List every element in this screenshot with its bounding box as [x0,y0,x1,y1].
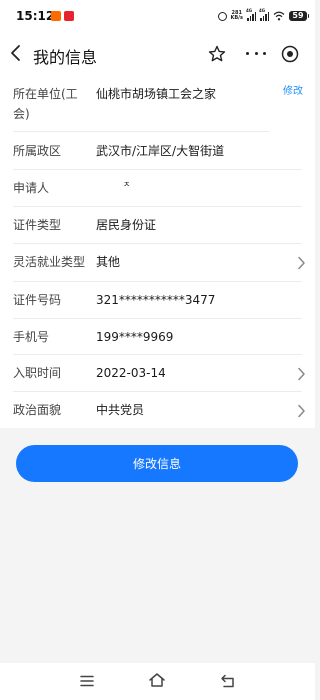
row-value: 2022-03-14 [96,366,166,380]
system-nav-bar [0,663,315,700]
star-icon[interactable] [208,45,226,63]
wifi-icon [273,11,285,21]
row-label: 入职时间 [13,366,62,380]
target-icon[interactable] [281,45,299,63]
nav-bar: 我的信息 [0,34,315,74]
battery-icon: 59 [289,11,309,21]
app-notification-icon [51,11,61,21]
chevron-right-icon[interactable] [297,367,306,381]
form-row-id-type: 证件类型 居民身份证 [0,207,315,244]
row-label: 灵活就业类型 [13,255,86,269]
alarm-icon [217,11,227,21]
row-label: 政治面貌 [13,403,62,417]
row-value: 321***********3477 [96,293,216,307]
signal-icon: 4G [259,8,269,21]
app-notification-icon [64,11,74,21]
row-value: 武汉市/江岸区/大智街道 [96,144,225,158]
home-icon[interactable] [148,672,166,688]
signal-icon: 4G [246,8,256,21]
back-icon[interactable] [220,674,236,688]
form-row-employment-type[interactable]: 灵活就业类型 其他 [0,244,315,282]
row-value: 仙桃市胡场镇工会之家 [96,87,217,101]
signal-type-label: 4G [259,8,266,13]
form-row-applicant: 申请人 ㅈ [0,170,315,207]
battery-level: 59 [292,11,304,20]
chevron-right-icon[interactable] [297,256,306,270]
status-time: 15:12 [16,9,55,23]
form-row-region: 所属政区 武汉市/江岸区/大智街道 [0,132,315,170]
signal-type-label: 4G [246,8,253,13]
row-value: 中共党员 [96,403,145,417]
network-speed-unit: KB/s [230,15,244,21]
form-row-phone: 手机号 199****9969 [0,319,315,355]
row-label: 手机号 [13,330,50,344]
row-label: 所在单位(工会) [13,87,78,121]
status-bar: 15:12 281 KB/s 4G 4G 59 [0,0,315,34]
row-value: 居民身份证 [96,218,157,232]
row-label: 申请人 [13,181,50,195]
edit-info-button[interactable]: 修改信息 [16,445,298,482]
row-label: 证件号码 [13,293,62,307]
status-indicators: 281 KB/s 4G 4G 59 [217,8,309,23]
info-form: 所在单位(工会) 仙桃市胡场镇工会之家 修改 所属政区 武汉市/江岸区/大智街道… [0,74,315,428]
row-value: 199****9969 [96,330,174,344]
form-row-id-number: 证件号码 321***********3477 [0,282,315,319]
form-row-hire-date[interactable]: 入职时间 2022-03-14 [0,355,315,392]
row-value: 其他 [96,255,121,269]
row-label: 所属政区 [13,144,62,158]
row-value: ㅈ [123,180,131,189]
form-row-union: 所在单位(工会) 仙桃市胡场镇工会之家 修改 [0,74,315,132]
row-label: 证件类型 [13,218,62,232]
chevron-right-icon[interactable] [297,404,306,418]
more-icon[interactable] [246,52,266,56]
back-icon[interactable] [9,44,23,62]
network-speed: 281 KB/s [231,11,244,21]
menu-icon[interactable] [80,675,94,687]
form-row-political-status[interactable]: 政治面貌 中共党员 [0,392,315,428]
page-title: 我的信息 [33,48,98,67]
edit-link[interactable]: 修改 [283,82,303,97]
